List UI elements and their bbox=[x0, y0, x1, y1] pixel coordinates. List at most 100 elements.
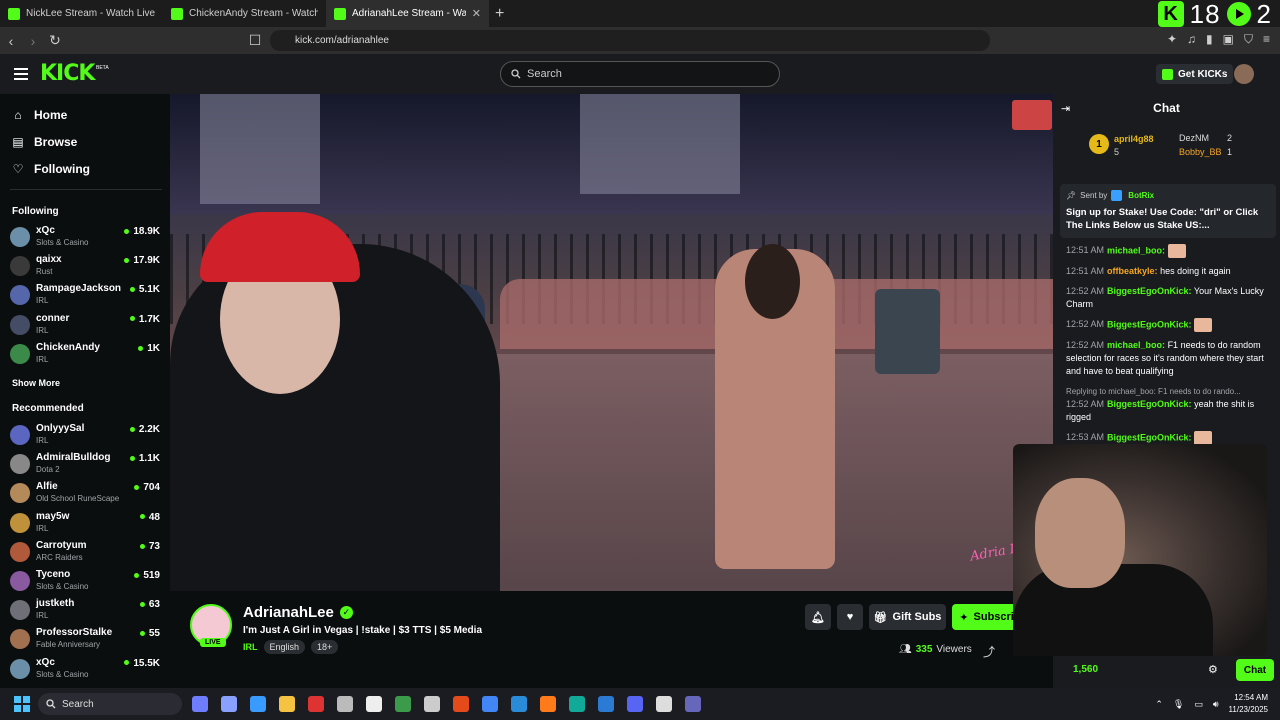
taskbar-app-icon[interactable] bbox=[250, 696, 266, 712]
message-user[interactable]: BiggestEgoOnKick: bbox=[1107, 319, 1192, 329]
wallet-icon[interactable]: ▣ bbox=[1223, 32, 1234, 47]
show-more-button[interactable]: Show More bbox=[12, 378, 60, 388]
message-user[interactable]: michael_boo: bbox=[1107, 245, 1165, 255]
browser-tab-active[interactable]: AdrianahLee Stream - Watch ✕ bbox=[326, 0, 489, 27]
chat-message[interactable]: 12:53 AM BiggestEgoOnKick: bbox=[1066, 431, 1276, 445]
windows-start-icon[interactable] bbox=[14, 696, 30, 712]
leader-name[interactable]: april4g88 bbox=[1114, 134, 1154, 144]
tag[interactable]: 18+ bbox=[311, 640, 339, 654]
forward-icon[interactable]: › bbox=[22, 33, 44, 49]
network-icon[interactable]: ▭ bbox=[1194, 699, 1203, 710]
streamer-name[interactable]: AdrianahLee ✓ bbox=[243, 604, 353, 621]
sidebar-nav-following[interactable]: ♡ Following bbox=[12, 162, 90, 176]
taskbar-app-icon[interactable] bbox=[569, 696, 585, 712]
message-user[interactable]: BiggestEgoOnKick: bbox=[1107, 286, 1192, 296]
sidebar-channel[interactable]: qaixx Rust 17.9K bbox=[10, 254, 160, 282]
channel-avatar bbox=[10, 629, 30, 650]
sidebar-channel[interactable]: conner IRL 1.7K bbox=[10, 313, 160, 341]
microphone-icon[interactable]: 🎙︎ bbox=[1173, 699, 1184, 710]
taskbar-app-icon[interactable] bbox=[685, 696, 701, 712]
close-tab-icon[interactable]: ✕ bbox=[472, 7, 481, 20]
extensions-icon[interactable]: ✦ bbox=[1167, 32, 1177, 47]
sidebar-channel[interactable]: OnlyyySal IRL 2.2K bbox=[10, 423, 160, 451]
browser-tab[interactable]: ChickenAndy Stream - Watch Live bbox=[163, 0, 326, 27]
chat-message[interactable]: 12:52 AM BiggestEgoOnKick: bbox=[1066, 318, 1276, 332]
message-user[interactable]: offbeatkyle: bbox=[1107, 266, 1158, 276]
taskbar-app-icon[interactable] bbox=[279, 696, 295, 712]
taskbar-app-icon[interactable] bbox=[482, 696, 498, 712]
address-bar[interactable]: kick.com/adrianahlee bbox=[270, 30, 990, 51]
sidebar-channel[interactable]: justketh IRL 63 bbox=[10, 598, 160, 626]
taskbar-app-icon[interactable] bbox=[308, 696, 324, 712]
message-user[interactable]: michael_boo: bbox=[1107, 340, 1165, 350]
tag[interactable]: English bbox=[263, 640, 306, 654]
gift-subs-button[interactable]: 🎁︎ Gift Subs bbox=[869, 604, 946, 630]
sidebar-channel[interactable]: ProfessorStalke Fable Anniversary 55 bbox=[10, 627, 160, 655]
sidebar-channel[interactable]: Alfie Old School RuneScape 704 bbox=[10, 481, 160, 509]
leader-name[interactable]: Bobby_BB bbox=[1179, 147, 1222, 157]
browser-tab[interactable]: NickLee Stream - Watch Live on Kick bbox=[0, 0, 163, 27]
bookmark-icon[interactable]: ☐ bbox=[244, 32, 266, 49]
sidebar-channel[interactable]: xQc Slots & Casino 18.9K bbox=[10, 225, 160, 253]
taskbar-app-icon[interactable] bbox=[337, 696, 353, 712]
search-input[interactable]: Search bbox=[500, 61, 780, 87]
leader-name[interactable]: DezNM bbox=[1179, 133, 1209, 143]
chat-message[interactable]: Replying to michael_boo: F1 needs to do … bbox=[1066, 385, 1276, 424]
chat-button[interactable]: Chat bbox=[1236, 659, 1274, 681]
reload-icon[interactable]: ↻ bbox=[44, 32, 66, 49]
volume-icon[interactable]: 🔊︎ bbox=[1213, 699, 1219, 710]
category-link[interactable]: IRL bbox=[243, 642, 258, 652]
sidebar-nav-browse[interactable]: ▤ Browse bbox=[12, 135, 77, 149]
channel-avatar bbox=[10, 541, 30, 562]
taskbar-app-icon[interactable] bbox=[540, 696, 556, 712]
chat-message[interactable]: 12:52 AM BiggestEgoOnKick: Your Max's Luc… bbox=[1066, 285, 1276, 311]
star-icon: ✦ bbox=[959, 611, 969, 624]
taskbar-app-icon[interactable] bbox=[221, 696, 237, 712]
chevron-up-icon[interactable]: ⌃ bbox=[1155, 699, 1163, 710]
taskbar-app-icon[interactable] bbox=[424, 696, 440, 712]
gift-icon: 🎁︎ bbox=[873, 611, 888, 624]
video-player[interactable]: Adria Lee bbox=[170, 94, 1053, 591]
message-user[interactable]: BiggestEgoOnKick: bbox=[1107, 399, 1192, 409]
sidebar-channel[interactable]: xQc Slots & Casino 15.5K bbox=[10, 657, 160, 685]
sidebar-channel[interactable]: ChickenAndy IRL 1K bbox=[10, 342, 160, 370]
taskbar-app-icon[interactable] bbox=[656, 696, 672, 712]
sidebar-channel[interactable]: Tyceno Slots & Casino 519 bbox=[10, 569, 160, 597]
menu-icon[interactable]: ≡ bbox=[1263, 32, 1270, 47]
taskbar-app-icon[interactable] bbox=[366, 696, 382, 712]
sidebar-channel[interactable]: Carrotyum ARC Raiders 73 bbox=[10, 540, 160, 568]
sidebar-icon[interactable]: ▮ bbox=[1206, 32, 1213, 47]
sidebar-channel[interactable]: may5w IRL 48 bbox=[10, 511, 160, 539]
get-kicks-button[interactable]: Get KICKs bbox=[1156, 64, 1234, 84]
sidebar-nav-home[interactable]: ⌂ Home bbox=[12, 108, 67, 122]
taskbar-app-icon[interactable] bbox=[511, 696, 527, 712]
hamburger-menu-icon[interactable] bbox=[14, 68, 28, 80]
share-icon[interactable]: ⤴ bbox=[983, 643, 995, 660]
user-avatar[interactable] bbox=[1234, 64, 1254, 84]
follow-heart-button[interactable]: ♥ bbox=[837, 604, 863, 630]
taskbar-app-icon[interactable] bbox=[598, 696, 614, 712]
sidebar-channel[interactable]: AdmiralBulldog Dota 2 1.1K bbox=[10, 452, 160, 480]
settings-icon[interactable]: ⚙ bbox=[1208, 663, 1218, 676]
message-user[interactable]: BiggestEgoOnKick: bbox=[1107, 432, 1192, 442]
clock[interactable]: 12:54 AM 11/23/2025 bbox=[1229, 692, 1268, 716]
shield-icon[interactable]: ⛉ bbox=[1244, 32, 1253, 47]
channel-avatar bbox=[10, 483, 30, 504]
chat-message[interactable]: 12:52 AM michael_boo: F1 needs to do rand… bbox=[1066, 339, 1276, 378]
kick-logo[interactable]: KICK bbox=[40, 61, 95, 86]
taskbar-app-icon[interactable] bbox=[627, 696, 643, 712]
chat-message[interactable]: 12:51 AM offbeatkyle: hes doing it again bbox=[1066, 265, 1276, 278]
taskbar-search[interactable]: Search bbox=[38, 693, 182, 715]
media-icon[interactable]: ♫ bbox=[1187, 32, 1196, 47]
sidebar-channel[interactable]: RampageJackson IRL 5.1K bbox=[10, 283, 160, 311]
chat-message[interactable]: 12:51 AM michael_boo: bbox=[1066, 244, 1276, 258]
notification-bell-button[interactable]: 🔔︎ bbox=[805, 604, 831, 630]
kicks-balance[interactable]: 1,560 bbox=[1073, 664, 1098, 675]
taskbar-app-icon[interactable] bbox=[192, 696, 208, 712]
taskbar-app-icon[interactable] bbox=[395, 696, 411, 712]
new-tab-button[interactable]: + bbox=[495, 5, 504, 23]
message-time: 12:52 AM bbox=[1066, 286, 1105, 296]
taskbar-app-icon[interactable] bbox=[453, 696, 469, 712]
pinned-message[interactable]: 📌︎ Sent by BotRix Sign up for Stake! Use… bbox=[1060, 184, 1276, 238]
back-icon[interactable]: ‹ bbox=[0, 33, 22, 49]
